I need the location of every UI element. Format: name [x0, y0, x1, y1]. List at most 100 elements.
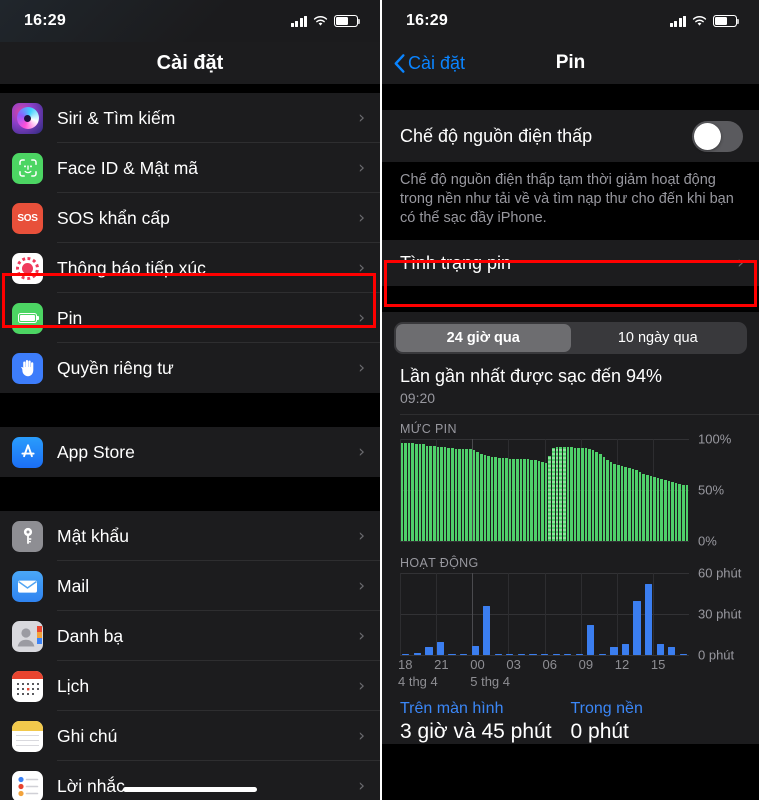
- chart-bar: [645, 584, 653, 656]
- calendar-icon: [12, 670, 43, 702]
- chart-bar: [447, 447, 451, 542]
- chart-bar: [471, 645, 479, 656]
- row-label: Ghi chú: [57, 725, 118, 746]
- chart-bar: [414, 444, 418, 542]
- app-store-icon: [12, 436, 43, 468]
- chevron-right-icon: ›: [358, 525, 365, 546]
- home-indicator: [123, 787, 257, 792]
- chart-bar: [645, 475, 649, 542]
- chart-bar: [610, 647, 618, 656]
- segment-10d[interactable]: 10 ngày qua: [571, 324, 746, 352]
- chart-bar: [587, 625, 595, 656]
- chart-bar: [562, 446, 566, 542]
- chart-bar: [649, 476, 653, 542]
- chart-bar: [609, 461, 613, 542]
- sidebar-item-mail[interactable]: Mail ›: [0, 561, 380, 611]
- battery-level-chart: 100% 50% 0%: [400, 432, 731, 549]
- chart-bar: [584, 447, 588, 542]
- y-axis-tick-label: 100%: [698, 431, 732, 447]
- chevron-right-icon: ›: [358, 625, 365, 646]
- sidebar-item-notes[interactable]: Ghi chú ›: [0, 711, 380, 761]
- settings-screen: 16:29 Cài đặt Siri & Tìm kiếm › Face ID …: [0, 0, 380, 800]
- cellular-bars-icon: [290, 15, 307, 27]
- sidebar-item-reminders[interactable]: Lời nhắc ›: [0, 761, 380, 800]
- cellular-bars-icon: [669, 15, 686, 27]
- chevron-right-icon: ›: [358, 775, 365, 796]
- sidebar-item-app-store[interactable]: App Store ›: [0, 427, 380, 477]
- chart-bar: [404, 443, 407, 542]
- chart-bar: [529, 653, 537, 656]
- chart-bar: [599, 453, 602, 542]
- battery-icon: [12, 302, 43, 334]
- sidebar-item-calendar[interactable]: Lịch ›: [0, 661, 380, 711]
- sidebar-item-privacy[interactable]: Quyền riêng tư ›: [0, 343, 380, 393]
- chart-bar: [519, 458, 523, 542]
- sidebar-item-battery[interactable]: Pin ›: [0, 293, 380, 343]
- x-axis-tick-label: 21: [434, 657, 449, 673]
- chart-bar: [555, 446, 559, 542]
- row-label: Pin: [57, 307, 83, 328]
- battery-health-row[interactable]: Tình trạng pin ›: [382, 240, 759, 287]
- chart-bar: [595, 451, 599, 542]
- dual-screenshot: 16:29 Cài đặt Siri & Tìm kiếm › Face ID …: [0, 0, 759, 800]
- chart-bar: [429, 445, 432, 542]
- low-power-mode-footnote: Chế độ nguồn điện thấp tạm thời giảm hoạ…: [382, 162, 759, 241]
- wifi-icon: [692, 15, 707, 27]
- row-label: Lịch: [57, 675, 90, 696]
- chart-bar: [418, 444, 422, 542]
- chart-bar: [679, 653, 687, 656]
- chart-bar: [465, 448, 469, 542]
- y-axis-tick-label: 0%: [698, 533, 717, 549]
- y-axis-tick-label: 60 phút: [698, 565, 742, 581]
- battery-level-section: MỨC PIN 100% 50% 0%: [382, 414, 759, 550]
- chevron-right-icon: ›: [358, 207, 365, 228]
- chart-bar: [483, 606, 491, 656]
- status-time: 16:29: [406, 12, 448, 29]
- chart-bar: [516, 458, 519, 542]
- privacy-hand-icon: [12, 352, 43, 384]
- chart-bar: [407, 443, 411, 542]
- x-axis-tick-label: 12: [614, 657, 630, 673]
- sidebar-item-passwords[interactable]: Mật khẩu ›: [0, 511, 380, 561]
- sidebar-item-emergency-sos[interactable]: SOS SOS khẩn cấp ›: [0, 193, 380, 243]
- x-axis-tick-label: 03: [506, 657, 521, 673]
- chart-bar: [402, 653, 410, 656]
- chart-bar: [530, 459, 534, 542]
- activity-day-labels: 4 thg 4 5 thg 4: [398, 674, 689, 692]
- sidebar-item-contacts[interactable]: Danh bạ ›: [0, 611, 380, 661]
- chart-bar: [678, 484, 682, 542]
- chart-bar: [487, 455, 490, 542]
- y-axis-tick-label: 50%: [698, 482, 725, 498]
- row-label: Siri & Tìm kiếm: [57, 107, 176, 128]
- chart-bars: [400, 573, 689, 656]
- chart-bar: [602, 456, 606, 542]
- chart-bar: [436, 446, 440, 542]
- time-range-segmented-control[interactable]: 24 giờ qua 10 ngày qua: [382, 312, 759, 363]
- list-gap: [0, 477, 380, 511]
- chevron-left-icon: [394, 53, 405, 73]
- low-power-mode-row[interactable]: Chế độ nguồn điện thấp: [382, 110, 759, 162]
- last-charge-block: Lần gần nhất được sạc đến 94% 09:20: [382, 362, 759, 415]
- chart-bar: [517, 653, 525, 656]
- chart-bar: [663, 480, 667, 542]
- sidebar-item-exposure-notifications[interactable]: Thông báo tiếp xúc ›: [0, 243, 380, 293]
- chart-bar: [621, 644, 630, 656]
- low-power-mode-toggle[interactable]: [692, 120, 743, 152]
- chart-bar: [620, 465, 624, 542]
- segment-24h[interactable]: 24 giờ qua: [396, 324, 571, 353]
- activity-section: HOẠT ĐỘNG 60 phút 30 phút 0 phút 18 21 00 03 0…: [382, 549, 759, 693]
- chevron-right-icon: ›: [358, 257, 365, 278]
- sidebar-item-face-id[interactable]: Face ID & Mật mã ›: [0, 143, 380, 193]
- chart-bar: [512, 458, 515, 542]
- chart-bar: [617, 464, 620, 542]
- stat-value: 0 phút: [570, 720, 629, 744]
- chart-bar: [523, 458, 526, 542]
- x-axis-tick-label: 15: [650, 657, 666, 673]
- gridline-horizontal: [400, 655, 689, 657]
- chart-bar: [606, 459, 609, 542]
- sidebar-item-siri[interactable]: Siri & Tìm kiếm ›: [0, 93, 380, 143]
- chevron-right-icon: ›: [358, 357, 365, 378]
- back-button[interactable]: Cài đặt: [394, 53, 465, 74]
- chart-bar: [458, 448, 461, 542]
- chart-bar: [564, 653, 572, 656]
